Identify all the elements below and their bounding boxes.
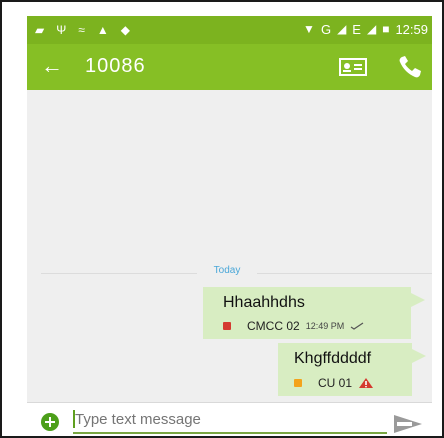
- messaging-screen: ▰ Ψ ≈ ▲ ◆ ▼ G ◢ E ◢ ■ 12:59 ← 10086 Toda…: [27, 16, 432, 436]
- message-text: Hhaahhdhs: [223, 294, 305, 311]
- network-e-label: E: [352, 21, 361, 37]
- message-text: Khgffddddf: [294, 350, 372, 367]
- usb-icon: Ψ: [56, 23, 67, 37]
- network-g-label: G: [320, 21, 332, 37]
- message-input[interactable]: [73, 406, 387, 432]
- message-input-wrapper[interactable]: [73, 406, 387, 434]
- message-meta: CMCC 02 12:49 PM: [223, 319, 364, 333]
- arrow-left-icon[interactable]: ←: [41, 54, 63, 78]
- message-bubble[interactable]: Hhaahhdhs CMCC 02 12:49 PM: [203, 287, 411, 339]
- sim-card-icon: [223, 322, 231, 330]
- contact-card-icon[interactable]: [339, 57, 367, 77]
- conversation-header: ← 10086: [27, 44, 432, 90]
- phone-icon[interactable]: [397, 55, 423, 79]
- message-composer: [27, 402, 432, 436]
- battery-icon: ■: [382, 22, 390, 36]
- warning-icon[interactable]: [358, 377, 374, 389]
- status-bar: ▰ Ψ ≈ ▲ ◆ ▼ G ◢ E ◢ ■ 12:59: [27, 16, 432, 44]
- message-time: 12:49 PM: [305, 321, 345, 331]
- signal-icon: ◢: [337, 22, 347, 36]
- date-separator: Today: [197, 265, 257, 276]
- android-debug-icon: ◆: [120, 23, 130, 37]
- send-icon[interactable]: [394, 415, 422, 433]
- warning-status-icon: ▲: [96, 23, 109, 37]
- checkmark-icon: [350, 322, 364, 330]
- status-left-icons: ▰ Ψ ≈ ▲ ◆: [35, 22, 130, 38]
- sim-card-icon: [294, 379, 302, 387]
- status-time: 12:59: [395, 21, 428, 37]
- message-meta: CU 01: [294, 376, 374, 390]
- sim-label: CMCC 02: [247, 319, 300, 333]
- text-cursor: [73, 410, 75, 428]
- conversation-title: 10086: [85, 55, 146, 77]
- message-bubble[interactable]: Khgffddddf CU 01: [278, 343, 412, 396]
- status-right-icons: ▼ G ◢ E ◢ ■ 12:59: [303, 21, 428, 37]
- signal2-icon: ◢: [366, 22, 377, 36]
- phone-screenshot-frame: ▰ Ψ ≈ ▲ ◆ ▼ G ◢ E ◢ ■ 12:59 ← 10086 Toda…: [0, 0, 444, 438]
- sd-card-icon: ▰: [35, 23, 45, 37]
- wifi-icon: ▼: [303, 22, 315, 36]
- message-bubble-tail: [411, 293, 425, 307]
- add-icon[interactable]: [41, 413, 59, 431]
- message-bubble-tail: [412, 349, 426, 363]
- sim-label: CU 01: [318, 376, 353, 390]
- battery-saver-icon: ≈: [78, 23, 85, 37]
